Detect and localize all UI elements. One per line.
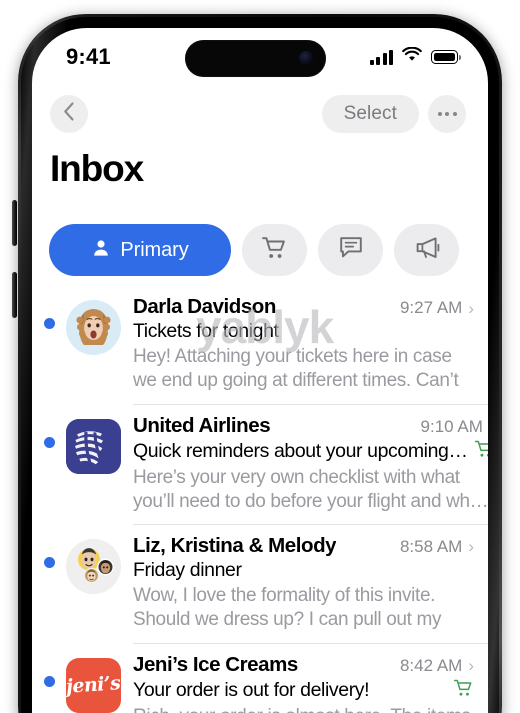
status-time: 9:41 [66,44,111,69]
volume-up-button[interactable] [12,200,17,246]
chat-bubble-icon [338,235,364,265]
timestamp: 9:27 AM [399,298,463,317]
mail-list: Darla Davidson 9:27 AM › Tickets for ton… [32,286,488,713]
table-row[interactable]: jeni’s Jeni’s Ice Creams 8:42 AM › Your … [32,644,488,713]
subject-text: Quick reminders about your upcoming… [133,440,468,462]
volume-down-button[interactable] [12,272,17,318]
subject-line: Quick reminders about your upcoming… [133,439,488,464]
phone-screen: 9:41 Select Inbox Primary Darla Davidson… [32,28,488,713]
avatar-container [66,538,121,634]
mail-meta: 8:42 AM › [392,656,474,676]
jenis-logo-icon: jeni’s [66,657,121,713]
subject-text: Your order is out for delivery! [133,678,370,701]
ellipsis-icon [437,112,457,116]
dynamic-island [185,40,326,77]
filter-primary[interactable]: Primary [49,224,231,276]
chevron-right-icon[interactable]: › [468,657,474,674]
front-camera-icon [299,51,313,65]
mail-header-line: Darla Davidson 9:27 AM › [133,295,474,319]
preview-text: Here’s your very own checklist with what… [133,467,488,513]
filter-messages[interactable] [318,224,383,276]
sender-name: Jeni’s Ice Creams [133,652,298,676]
cart-icon [453,678,474,703]
timestamp: 8:58 AM [399,536,463,556]
subject-line: Friday dinner [133,559,474,582]
mail-content: United Airlines 9:10 AM › Quick reminder… [133,414,488,515]
mail-content: Jeni’s Ice Creams 8:42 AM › Your order i… [133,653,488,713]
table-row[interactable]: Darla Davidson 9:27 AM › Tickets for ton… [32,286,488,404]
chevron-left-icon [63,102,75,126]
battery-icon [431,50,461,64]
mail-header-line: United Airlines 9:10 AM › [133,414,488,438]
mail-content: Darla Davidson 9:27 AM › Tickets for ton… [133,295,488,395]
chevron-right-icon[interactable]: › [468,300,474,317]
filter-shopping[interactable] [242,224,307,276]
subject-line: Your order is out for delivery! [133,678,474,703]
avatar-group-liz-kristina-melody [66,538,121,594]
status-indicators [369,46,461,67]
chevron-right-icon[interactable]: › [468,538,474,555]
mail-meta: 8:58 AM › [392,537,474,557]
wifi-icon [402,46,422,67]
table-row[interactable]: Liz, Kristina & Melody 8:58 AM › Friday … [32,525,488,643]
select-button[interactable]: Select [321,95,419,133]
avatar-darla-davidson [66,300,121,355]
mail-content: Liz, Kristina & Melody 8:58 AM › Friday … [133,534,488,634]
subject-text: Tickets for tonight [133,320,279,342]
subject-text: Friday dinner [133,558,242,581]
page-title: Inbox [50,148,144,189]
unread-indicator [44,675,55,687]
timestamp: 9:10 AM [420,417,483,436]
cart-icon [261,235,288,266]
megaphone-icon [413,235,441,266]
more-options-button[interactable] [428,95,466,133]
navigation-bar: Select [32,86,488,142]
unread-indicator [44,318,55,329]
subject-line: Tickets for tonight [133,320,474,343]
nav-actions: Select [321,95,466,133]
sender-name: Liz, Kristina & Melody [133,533,337,557]
mail-meta: 9:10 AM › [413,417,488,437]
memoji-icon [66,300,121,355]
back-button[interactable] [50,95,88,133]
filter-promotions[interactable] [394,224,459,276]
preview-text: Rich, your order is almost here. The ite… [133,705,474,713]
united-airlines-logo-icon [66,419,121,474]
jenis-wordmark: jeni’s [66,672,121,698]
unread-indicator [44,556,55,568]
filter-pill-group: Primary [49,224,459,276]
mail-header-line: Jeni’s Ice Creams 8:42 AM › [133,653,474,677]
avatar-container [66,419,121,515]
preview-text: Wow, I love the formality of this invite… [133,584,442,634]
person-icon [91,238,111,263]
cart-icon [474,439,488,464]
avatar-container: jeni’s [66,657,121,713]
filter-primary-label: Primary [120,238,189,261]
mail-meta: 9:27 AM › [392,298,474,318]
sender-name: United Airlines [133,414,271,437]
group-memoji-icon [66,538,121,594]
timestamp: 8:42 AM [399,655,463,675]
avatar-container [66,300,121,395]
signal-bars-icon [369,49,393,65]
mail-header-line: Liz, Kristina & Melody 8:58 AM › [133,534,474,558]
avatar-united-airlines [66,419,121,474]
avatar-jenis-ice-creams: jeni’s [66,657,121,713]
preview-text: Hey! Attaching your tickets here in case… [133,346,459,395]
sender-name: Darla Davidson [133,295,276,318]
unread-indicator [44,437,55,448]
table-row[interactable]: United Airlines 9:10 AM › Quick reminder… [32,405,488,524]
screenshot-root: 9:41 Select Inbox Primary Darla Davidson… [0,0,520,713]
